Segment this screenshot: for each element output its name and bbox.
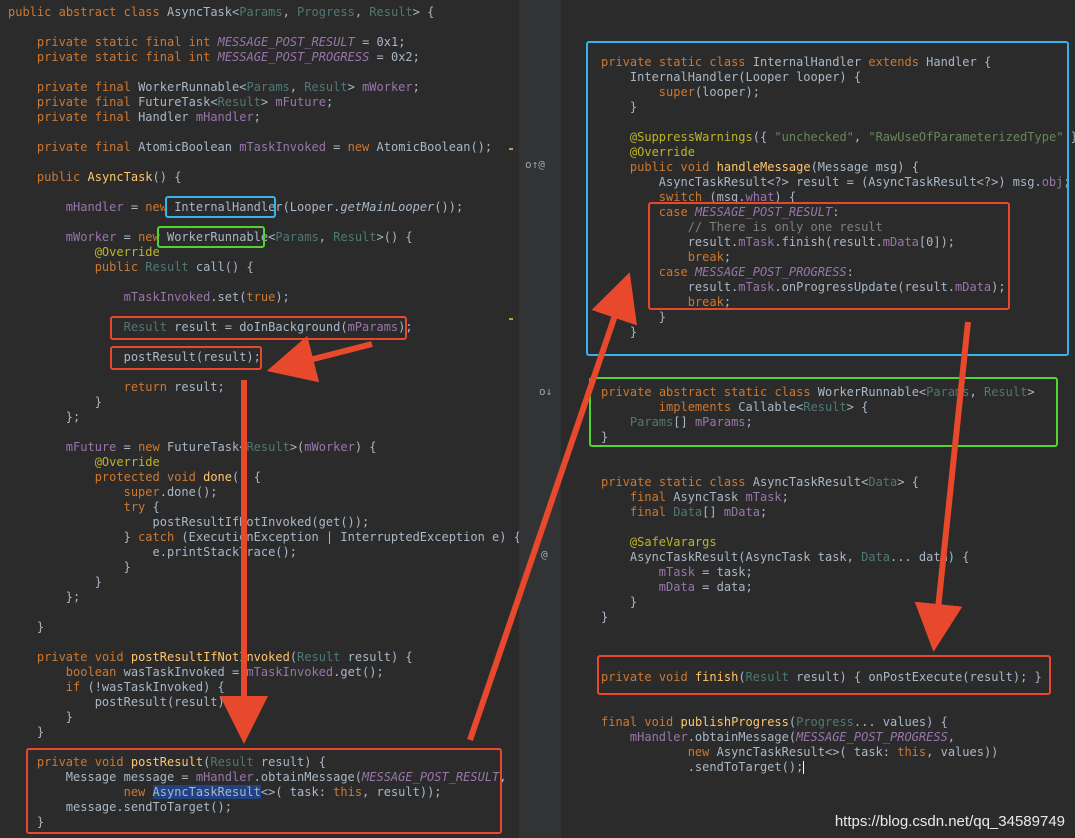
code-line[interactable]: }: [8, 710, 73, 725]
code-line[interactable]: if (!wasTaskInvoked) {: [8, 680, 225, 695]
code-line[interactable]: }: [8, 395, 102, 410]
code-line[interactable]: public abstract class AsyncTask<Params, …: [8, 5, 434, 20]
code-line[interactable]: try {: [8, 500, 160, 515]
code-line[interactable]: }: [8, 620, 44, 635]
code-line[interactable]: postResult(result);: [8, 695, 232, 710]
code-line[interactable]: public AsyncTask() {: [8, 170, 182, 185]
code-line[interactable]: private void postResultIfNotInvoked(Resu…: [8, 650, 413, 665]
scroll-marker: [509, 318, 513, 320]
code-line[interactable]: }: [8, 725, 44, 740]
highlight-doinbackground: [110, 316, 407, 340]
code-line[interactable]: };: [8, 410, 80, 425]
code-line[interactable]: e.printStackTrace();: [8, 545, 297, 560]
highlight-postresult-call: [110, 346, 262, 370]
implemented-marker-icon[interactable]: o↓: [539, 385, 552, 398]
code-line[interactable]: boolean wasTaskInvoked = mTaskInvoked.ge…: [8, 665, 384, 680]
code-line[interactable]: mHandler.obtainMessage(MESSAGE_POST_PROG…: [601, 730, 955, 745]
highlight-workerrunnable-class: [589, 377, 1058, 447]
highlight-internalhandler-ref: [165, 196, 276, 218]
code-line[interactable]: mData = data;: [601, 580, 753, 595]
code-line[interactable]: }: [8, 575, 102, 590]
code-line[interactable]: }: [8, 560, 131, 575]
code-line[interactable]: private final AtomicBoolean mTaskInvoked…: [8, 140, 492, 155]
code-line[interactable]: private static final int MESSAGE_POST_RE…: [8, 35, 406, 50]
right-fold-gutter: [561, 0, 575, 838]
editor-split-gutter: o↑@ o↓ @: [519, 0, 561, 838]
code-line[interactable]: private final FutureTask<Result> mFuture…: [8, 95, 333, 110]
code-line[interactable]: final void publishProgress(Progress... v…: [601, 715, 948, 730]
code-line[interactable]: public Result call() {: [8, 260, 254, 275]
code-line[interactable]: private final Handler mHandler;: [8, 110, 261, 125]
code-line[interactable]: final AsyncTask mTask;: [601, 490, 789, 505]
text-cursor: [803, 761, 805, 774]
code-line[interactable]: mFuture = new FutureTask<Result>(mWorker…: [8, 440, 377, 455]
code-line[interactable]: @Override: [8, 245, 160, 260]
code-line[interactable]: }: [601, 610, 608, 625]
code-line[interactable]: private static final int MESSAGE_POST_PR…: [8, 50, 420, 65]
code-line[interactable]: private final WorkerRunnable<Params, Res…: [8, 80, 420, 95]
code-line[interactable]: @SafeVarargs: [601, 535, 717, 550]
highlight-postresult-method: [26, 748, 502, 834]
code-line[interactable]: protected void done() {: [8, 470, 261, 485]
code-line[interactable]: }: [601, 595, 637, 610]
highlight-workerrunnable-ref: [157, 226, 265, 248]
code-line[interactable]: super.done();: [8, 485, 218, 500]
code-line[interactable]: return result;: [8, 380, 225, 395]
highlight-switch-cases: [648, 202, 1010, 310]
code-line[interactable]: final Data[] mData;: [601, 505, 767, 520]
scroll-marker: [509, 148, 513, 150]
watermark: https://blog.csdn.net/qq_34589749: [834, 813, 1065, 830]
override-marker-icon[interactable]: o↑@: [525, 158, 545, 171]
code-line[interactable]: .sendToTarget();: [601, 760, 805, 775]
code-line[interactable]: @Override: [8, 455, 160, 470]
code-line[interactable]: };: [8, 590, 80, 605]
code-line[interactable]: AsyncTaskResult(AsyncTask task, Data... …: [601, 550, 970, 565]
annotation-marker-icon: @: [541, 548, 548, 561]
left-editor-pane[interactable]: public abstract class AsyncTask<Params, …: [0, 0, 519, 838]
code-line[interactable]: private static class AsyncTaskResult<Dat…: [601, 475, 919, 490]
code-line[interactable]: new AsyncTaskResult<>( task: this, value…: [601, 745, 999, 760]
highlight-finish-method: [597, 655, 1051, 695]
code-line[interactable]: postResultIfNotInvoked(get());: [8, 515, 369, 530]
code-line[interactable]: mTask = task;: [601, 565, 753, 580]
code-line[interactable]: } catch (ExecutionException | Interrupte…: [8, 530, 519, 545]
code-line[interactable]: mTaskInvoked.set(true);: [8, 290, 290, 305]
